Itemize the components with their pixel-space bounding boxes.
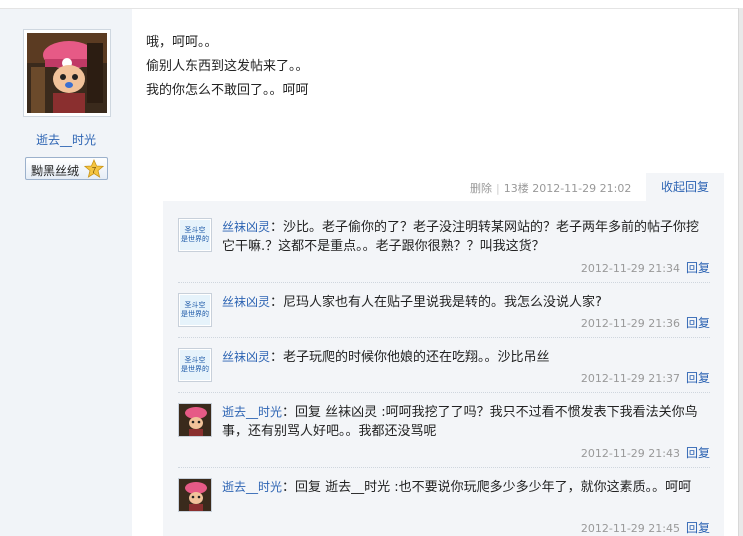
scrollbar[interactable] — [738, 8, 743, 536]
reply-avatar[interactable]: 圣斗空 是世界的 — [178, 348, 212, 382]
reply-avatar[interactable] — [178, 403, 212, 437]
post-meta: 删除 | 13楼 2012-11-29 21:02 — [470, 180, 631, 196]
author-username[interactable]: 逝去__时光 — [0, 131, 132, 148]
reply-divider — [178, 337, 710, 338]
avatar-image: 圣斗空 是世界的 — [180, 350, 210, 380]
reply-avatar[interactable] — [178, 478, 212, 512]
badge-level-number: 7 — [92, 166, 97, 175]
reply-time: 2012-11-29 21:34 — [580, 262, 680, 275]
reply-meta: 2012-11-29 21:43 回复 — [581, 444, 710, 461]
reply-time: 2012-11-29 21:43 — [580, 447, 680, 460]
avatar-caption: 是世界的 — [181, 365, 209, 373]
avatar-caption: 是世界的 — [181, 235, 209, 243]
post-line-3: 我的你怎么不敢回了。。呵呵 — [146, 83, 309, 98]
reply-button[interactable]: 回复 — [686, 316, 710, 330]
reply-content: 丝袜凶灵：沙比。老子偷你的了？老子没注明转某网站的？老子两年多前的帖子你挖它干嘛… — [222, 218, 710, 256]
avatar-caption-top: 圣斗空 — [184, 356, 206, 364]
avatar-caption: 是世界的 — [181, 310, 209, 318]
reply-time: 2012-11-29 21:45 — [580, 522, 680, 535]
avatar-image — [179, 404, 211, 436]
reply-content: 逝去__时光：回复 逝去__时光 :也不要说你玩爬多少多少年了，就你这素质。。呵… — [222, 478, 710, 497]
reply-text: ：沙比。老子偷你的了？老子没注明转某网站的？老子两年多前的帖子你挖它干嘛.？这都… — [222, 220, 700, 254]
reply-button[interactable]: 回复 — [686, 446, 710, 460]
reply-username[interactable]: 逝去__时光 — [222, 480, 282, 494]
avatar-image — [27, 33, 107, 113]
reply-text: ：回复 逝去__时光 :也不要说你玩爬多少多少年了，就你这素质。。呵呵 — [282, 480, 692, 495]
avatar-caption-top: 圣斗空 — [184, 301, 206, 309]
reply-text: ：老子玩爬的时候你他娘的还在吃翔。。沙比吊丝 — [270, 350, 550, 365]
meta-separator: | — [496, 182, 500, 195]
reply-time: 2012-11-29 21:36 — [580, 317, 680, 330]
badge-level-star-icon: 7 — [83, 158, 105, 179]
collapse-replies-button[interactable]: 收起回复 — [646, 173, 724, 201]
avatar-image — [179, 479, 211, 511]
reply-avatar[interactable]: 圣斗空 是世界的 — [178, 218, 212, 252]
reply-text: ：尼玛人家也有人在贴子里说我是转的。我怎么没说人家? — [270, 295, 602, 310]
top-divider — [0, 0, 743, 9]
avatar-caption-top: 圣斗空 — [184, 226, 206, 234]
post-line-2: 偷别人东西到这发帖来了。。 — [146, 59, 309, 74]
reply-button[interactable]: 回复 — [686, 261, 710, 275]
post-line-1: 哦，呵呵。。 — [146, 35, 218, 50]
reply-content: 丝袜凶灵：老子玩爬的时候你他娘的还在吃翔。。沙比吊丝 — [222, 348, 710, 367]
reply-button[interactable]: 回复 — [686, 521, 710, 535]
reply-meta: 2012-11-29 21:37 回复 — [581, 369, 710, 386]
reply-button[interactable]: 回复 — [686, 371, 710, 385]
author-avatar[interactable] — [23, 29, 111, 117]
reply-content: 丝袜凶灵：尼玛人家也有人在贴子里说我是转的。我怎么没说人家? — [222, 293, 710, 312]
avatar-image: 圣斗空 是世界的 — [180, 220, 210, 250]
reply-avatar[interactable]: 圣斗空 是世界的 — [178, 293, 212, 327]
reply-meta: 2012-11-29 21:36 回复 — [581, 314, 710, 331]
reply-divider — [178, 282, 710, 283]
reply-username[interactable]: 丝袜凶灵 — [222, 350, 270, 364]
reply-text: ：回复 丝袜凶灵 :呵呵我挖了了吗？我只不过看不惯发表下我看法关你鸟事，还有别骂… — [222, 405, 698, 439]
badge-name: 黝黑丝绒 — [31, 164, 80, 178]
reply-username[interactable]: 逝去__时光 — [222, 405, 282, 419]
post-time: 2012-11-29 21:02 — [532, 182, 632, 195]
reply-divider — [178, 467, 710, 468]
avatar-image: 圣斗空 是世界的 — [180, 295, 210, 325]
reply-username[interactable]: 丝袜凶灵 — [222, 220, 270, 234]
floor-number: 13楼 — [503, 182, 529, 195]
reply-divider — [178, 392, 710, 393]
reply-content: 逝去__时光：回复 丝袜凶灵 :呵呵我挖了了吗？我只不过看不惯发表下我看法关你鸟… — [222, 403, 710, 441]
delete-link[interactable]: 删除 — [470, 182, 492, 195]
reply-meta: 2012-11-29 21:45 回复 — [581, 519, 710, 536]
reply-username[interactable]: 丝袜凶灵 — [222, 295, 270, 309]
reply-meta: 2012-11-29 21:34 回复 — [581, 259, 710, 276]
member-badge[interactable]: 黝黑丝绒 7 — [25, 157, 108, 180]
reply-time: 2012-11-29 21:37 — [580, 372, 680, 385]
